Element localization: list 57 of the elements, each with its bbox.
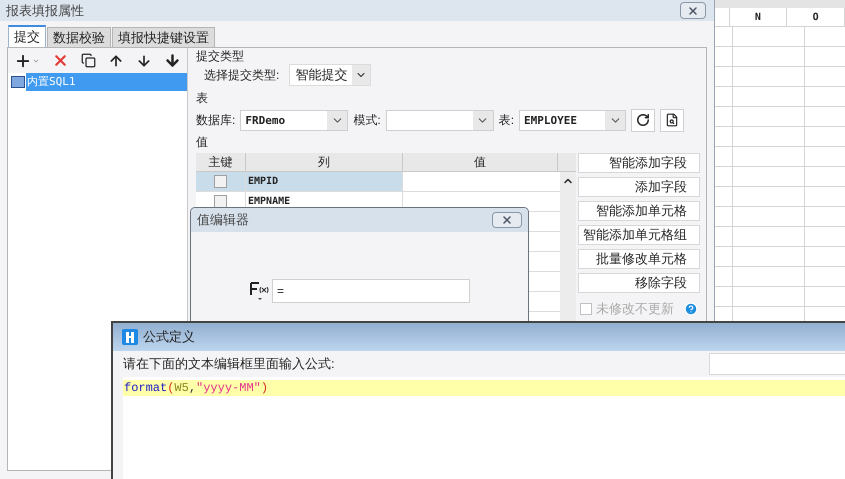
move-up-button[interactable]	[108, 52, 124, 68]
column-header[interactable]: O	[787, 8, 845, 26]
formula-button[interactable]	[249, 279, 269, 303]
table-row[interactable]: EMPID	[196, 172, 560, 192]
section-legend: 提交类型	[196, 49, 702, 63]
field-label: 数据库:	[196, 112, 236, 129]
file-search-icon	[665, 113, 680, 127]
copy-icon	[81, 53, 96, 68]
delete-button[interactable]	[52, 52, 69, 69]
refresh-button[interactable]	[631, 108, 656, 132]
action-button[interactable]: 添加字段	[578, 177, 700, 197]
submit-type-dropdown[interactable]: 智能提交	[289, 64, 372, 86]
section-legend: 值	[196, 135, 702, 149]
action-button[interactable]: 批量修改单元格	[578, 249, 700, 269]
close-button[interactable]	[680, 2, 706, 19]
action-button[interactable]: 智能添加字段	[578, 153, 700, 173]
function-icon	[249, 279, 269, 303]
primary-key-checkbox[interactable]	[214, 195, 227, 208]
checkbox-label: 未修改不更新	[596, 300, 674, 318]
close-icon	[687, 4, 699, 16]
tab[interactable]: 填报快捷键设置	[112, 27, 215, 47]
app-logo-icon	[122, 329, 138, 345]
copy-button[interactable]	[81, 53, 96, 68]
action-button[interactable]: 智能添加单元格	[578, 201, 700, 221]
arrow-down-icon	[136, 52, 152, 68]
dialog-title: 公式定义	[143, 328, 195, 346]
column-header[interactable]: N	[730, 8, 788, 26]
prompt-text: 请在下面的文本编辑框里面输入公式:	[123, 355, 336, 374]
table-dropdown[interactable]: EMPLOYEE	[519, 110, 626, 130]
close-icon	[52, 52, 69, 69]
section-legend: 表	[196, 91, 702, 105]
column-header: 主键	[196, 153, 246, 171]
move-bottom-button[interactable]	[164, 52, 181, 69]
formula-field[interactable]: =	[272, 279, 470, 303]
primary-key-checkbox[interactable]	[214, 175, 227, 188]
close-button[interactable]	[492, 212, 522, 228]
close-icon	[501, 214, 513, 226]
field-label: 选择提交类型:	[204, 67, 280, 84]
column-header: 列	[246, 153, 403, 171]
code-line: format(W5,"yyyy-MM")	[123, 380, 268, 396]
action-button[interactable]: 智能添加单元格组	[578, 225, 700, 245]
table-icon	[11, 76, 25, 88]
code-editor[interactable]: format(W5,"yyyy-MM")	[123, 377, 845, 479]
preview-button[interactable]	[660, 108, 684, 132]
move-down-button[interactable]	[136, 52, 152, 68]
refresh-icon	[636, 113, 650, 127]
tab[interactable]: 数据校验	[47, 27, 111, 47]
dialog-title: 值编辑器	[197, 211, 249, 230]
help-icon[interactable]	[684, 302, 698, 316]
column-header: 值	[403, 153, 558, 171]
field-label: 表:	[498, 112, 514, 129]
field-label: 模式:	[353, 112, 381, 129]
tab[interactable]: 提交	[8, 25, 46, 47]
search-field[interactable]	[709, 353, 845, 375]
window-title: 报表填报属性	[6, 2, 84, 20]
action-button[interactable]: 移除字段	[578, 273, 700, 293]
database-dropdown[interactable]: FRDemo	[240, 110, 348, 130]
